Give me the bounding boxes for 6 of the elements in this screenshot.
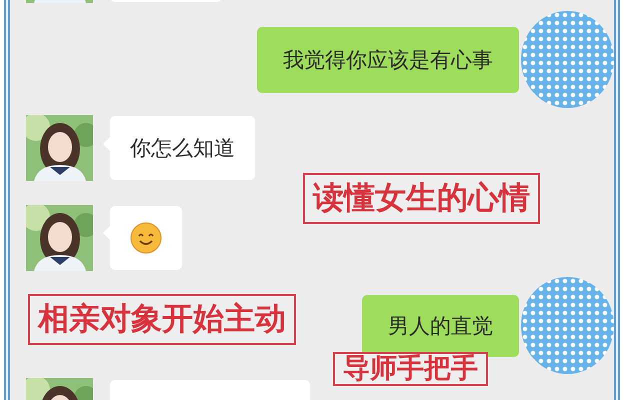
annotation-label: 读懂女生的心情 <box>303 173 540 224</box>
message-bubble: 你怎么知道 <box>110 116 255 180</box>
annotation-label: 相亲对象开始主动 <box>28 294 296 345</box>
annotation-label: 导师手把手 <box>333 352 488 386</box>
message-bubble: 我觉得你应该是有心事 <box>257 26 519 92</box>
smiley-icon <box>130 222 162 254</box>
